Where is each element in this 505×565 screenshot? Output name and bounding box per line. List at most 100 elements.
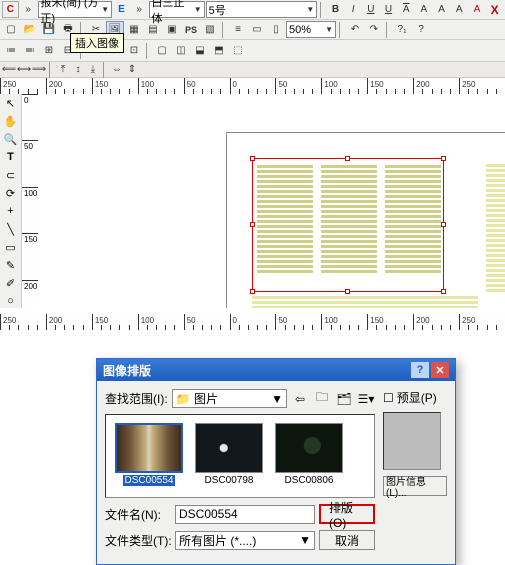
obj5-icon[interactable]: ⬚ xyxy=(229,42,247,59)
bold-button[interactable]: B xyxy=(327,1,344,18)
cursor-tool[interactable]: ↖ xyxy=(0,94,21,112)
layout-button[interactable]: 排版(O) xyxy=(319,504,375,524)
link-tool[interactable]: ⊂ xyxy=(0,166,21,184)
table-icon[interactable]: ▦ xyxy=(125,21,143,38)
underline1-button[interactable]: U xyxy=(362,1,379,18)
thumbnail-list[interactable]: DSC00554 DSC00798 DSC00806 xyxy=(105,414,375,498)
chevron-down-icon: ▼ xyxy=(325,25,333,34)
handle-s[interactable] xyxy=(345,289,350,294)
views-icon[interactable]: ☰▾ xyxy=(357,390,375,408)
zoom-combo[interactable]: 50% ▼ xyxy=(286,21,336,38)
pen-tool[interactable]: ✎ xyxy=(0,256,21,274)
c-marker[interactable]: C xyxy=(2,1,19,18)
help-marker-icon[interactable]: ?₁ xyxy=(393,21,411,38)
font-style-combo[interactable]: 白三正体 ▼ xyxy=(149,1,205,18)
arrow-right-icon[interactable]: » xyxy=(20,1,37,18)
toolbar-align: ⟸ ⟷ ⟹ ⤒ ↕ ⤓ ⇔ ⇕ xyxy=(0,62,505,78)
redo-button[interactable]: ↷ xyxy=(365,21,383,38)
filetype-value: 所有图片 (*....) xyxy=(179,532,256,549)
obj3-icon[interactable]: ⬓ xyxy=(191,42,209,59)
italic-button[interactable]: I xyxy=(345,1,362,18)
overline-button[interactable]: A xyxy=(398,1,415,18)
column-3 xyxy=(383,163,443,287)
align1-icon[interactable]: ≔ xyxy=(2,42,20,59)
layers-icon[interactable]: ≡ xyxy=(229,21,247,38)
line-tool[interactable]: ╲ xyxy=(0,220,21,238)
dist-h-icon[interactable]: ⇔ xyxy=(110,63,124,76)
zoom-tool[interactable]: 🔍 xyxy=(0,130,21,148)
hand-tool[interactable]: ✋ xyxy=(0,112,21,130)
font-family-combo[interactable]: 报宋(简) (方正) ▼ xyxy=(38,1,113,18)
preview-label: 预显(P) xyxy=(397,389,437,406)
box-icon[interactable]: ▣ xyxy=(163,21,181,38)
al-center-icon[interactable]: ⟷ xyxy=(17,63,31,76)
plus-tool[interactable]: + xyxy=(0,202,21,220)
preview-icon[interactable]: ▭ xyxy=(248,21,266,38)
rotate-tool[interactable]: ⟳ xyxy=(0,184,21,202)
align2-icon[interactable]: ≕ xyxy=(21,42,39,59)
al-left-icon[interactable]: ⟸ xyxy=(2,63,16,76)
obj1-icon[interactable]: ▢ xyxy=(153,42,171,59)
preview-checkbox[interactable]: ☐ xyxy=(383,391,394,405)
open-icon[interactable]: 📂 xyxy=(21,21,39,38)
thumbnail[interactable]: DSC00798 xyxy=(192,423,266,489)
palette-icon[interactable]: ▧ xyxy=(201,21,219,38)
e-marker[interactable]: E xyxy=(113,1,130,18)
help-dialog-button[interactable]: ? xyxy=(411,362,429,378)
clear-format-button[interactable]: X xyxy=(486,1,503,18)
page-canvas[interactable] xyxy=(38,94,505,326)
text-frame[interactable] xyxy=(252,158,444,292)
dist-v-icon[interactable]: ⇕ xyxy=(125,63,139,76)
al-right-icon[interactable]: ⟹ xyxy=(32,63,46,76)
obj4-icon[interactable]: ⬒ xyxy=(210,42,228,59)
valign-top-icon[interactable]: ⤒ xyxy=(56,63,70,76)
arrow-right-icon-2[interactable]: » xyxy=(131,1,148,18)
help-icon[interactable]: ? xyxy=(412,21,430,38)
handle-n[interactable] xyxy=(345,156,350,161)
chevron-down-icon: ▼ xyxy=(306,5,314,14)
handle-ne[interactable] xyxy=(441,156,446,161)
chevron-down-icon: ▼ xyxy=(194,5,202,14)
grid-icon[interactable]: ▤ xyxy=(144,21,162,38)
font-color-button[interactable]: A xyxy=(469,1,486,18)
thumbnail-label: DSC00798 xyxy=(205,475,254,486)
up-folder-icon[interactable]: 🗀 xyxy=(313,390,331,408)
handle-nw[interactable] xyxy=(250,156,255,161)
undo-button[interactable]: ↶ xyxy=(346,21,364,38)
save-icon[interactable]: 💾 xyxy=(40,21,58,38)
handle-sw[interactable] xyxy=(250,289,255,294)
font-size-combo[interactable]: 5号 ▼ xyxy=(206,1,318,18)
image-info-button[interactable]: 图片信息(L)... xyxy=(383,476,447,496)
thumbnail[interactable]: DSC00554 xyxy=(112,423,186,489)
ps-button[interactable]: PS xyxy=(182,21,200,38)
new-folder-icon[interactable]: 🗂 xyxy=(335,390,353,408)
dialog-titlebar[interactable]: 图像排版 ? ✕ xyxy=(97,359,455,381)
grp3-icon[interactable]: ⊡ xyxy=(125,42,143,59)
close-dialog-button[interactable]: ✕ xyxy=(431,362,449,378)
valign-bot-icon[interactable]: ⤓ xyxy=(86,63,100,76)
filename-input[interactable]: DSC00554 xyxy=(175,505,315,524)
back-icon[interactable]: ⇦ xyxy=(291,390,309,408)
valign-mid-icon[interactable]: ↕ xyxy=(71,63,85,76)
thumbnail-label: DSC00554 xyxy=(123,475,176,486)
filetype-combo[interactable]: 所有图片 (*....) ▼ xyxy=(175,531,315,550)
preview-toggle[interactable]: ☐ 预显(P) xyxy=(383,389,447,406)
new-icon[interactable]: ▢ xyxy=(2,21,20,38)
obj2-icon[interactable]: ◫ xyxy=(172,42,190,59)
font-size-value: 5号 xyxy=(209,2,226,18)
folder-combo[interactable]: 📁 图片 ▼ xyxy=(172,389,287,408)
zoom-value: 50% xyxy=(289,24,311,36)
column-1 xyxy=(255,163,315,287)
underline2-button[interactable]: U xyxy=(380,1,397,18)
text-tool[interactable]: T xyxy=(0,148,21,166)
cancel-button[interactable]: 取消 xyxy=(319,530,375,550)
scale-down-button[interactable]: A xyxy=(451,1,468,18)
scale-up-button[interactable]: A xyxy=(433,1,450,18)
handle-se[interactable] xyxy=(441,289,446,294)
pen2-tool[interactable]: ✐ xyxy=(0,274,21,292)
thumbnail[interactable]: DSC00806 xyxy=(272,423,346,489)
book-icon[interactable]: ▯ xyxy=(267,21,285,38)
superscript-button[interactable]: A xyxy=(416,1,433,18)
align3-icon[interactable]: ⊞ xyxy=(40,42,58,59)
rect-tool[interactable]: ▭ xyxy=(0,238,21,256)
